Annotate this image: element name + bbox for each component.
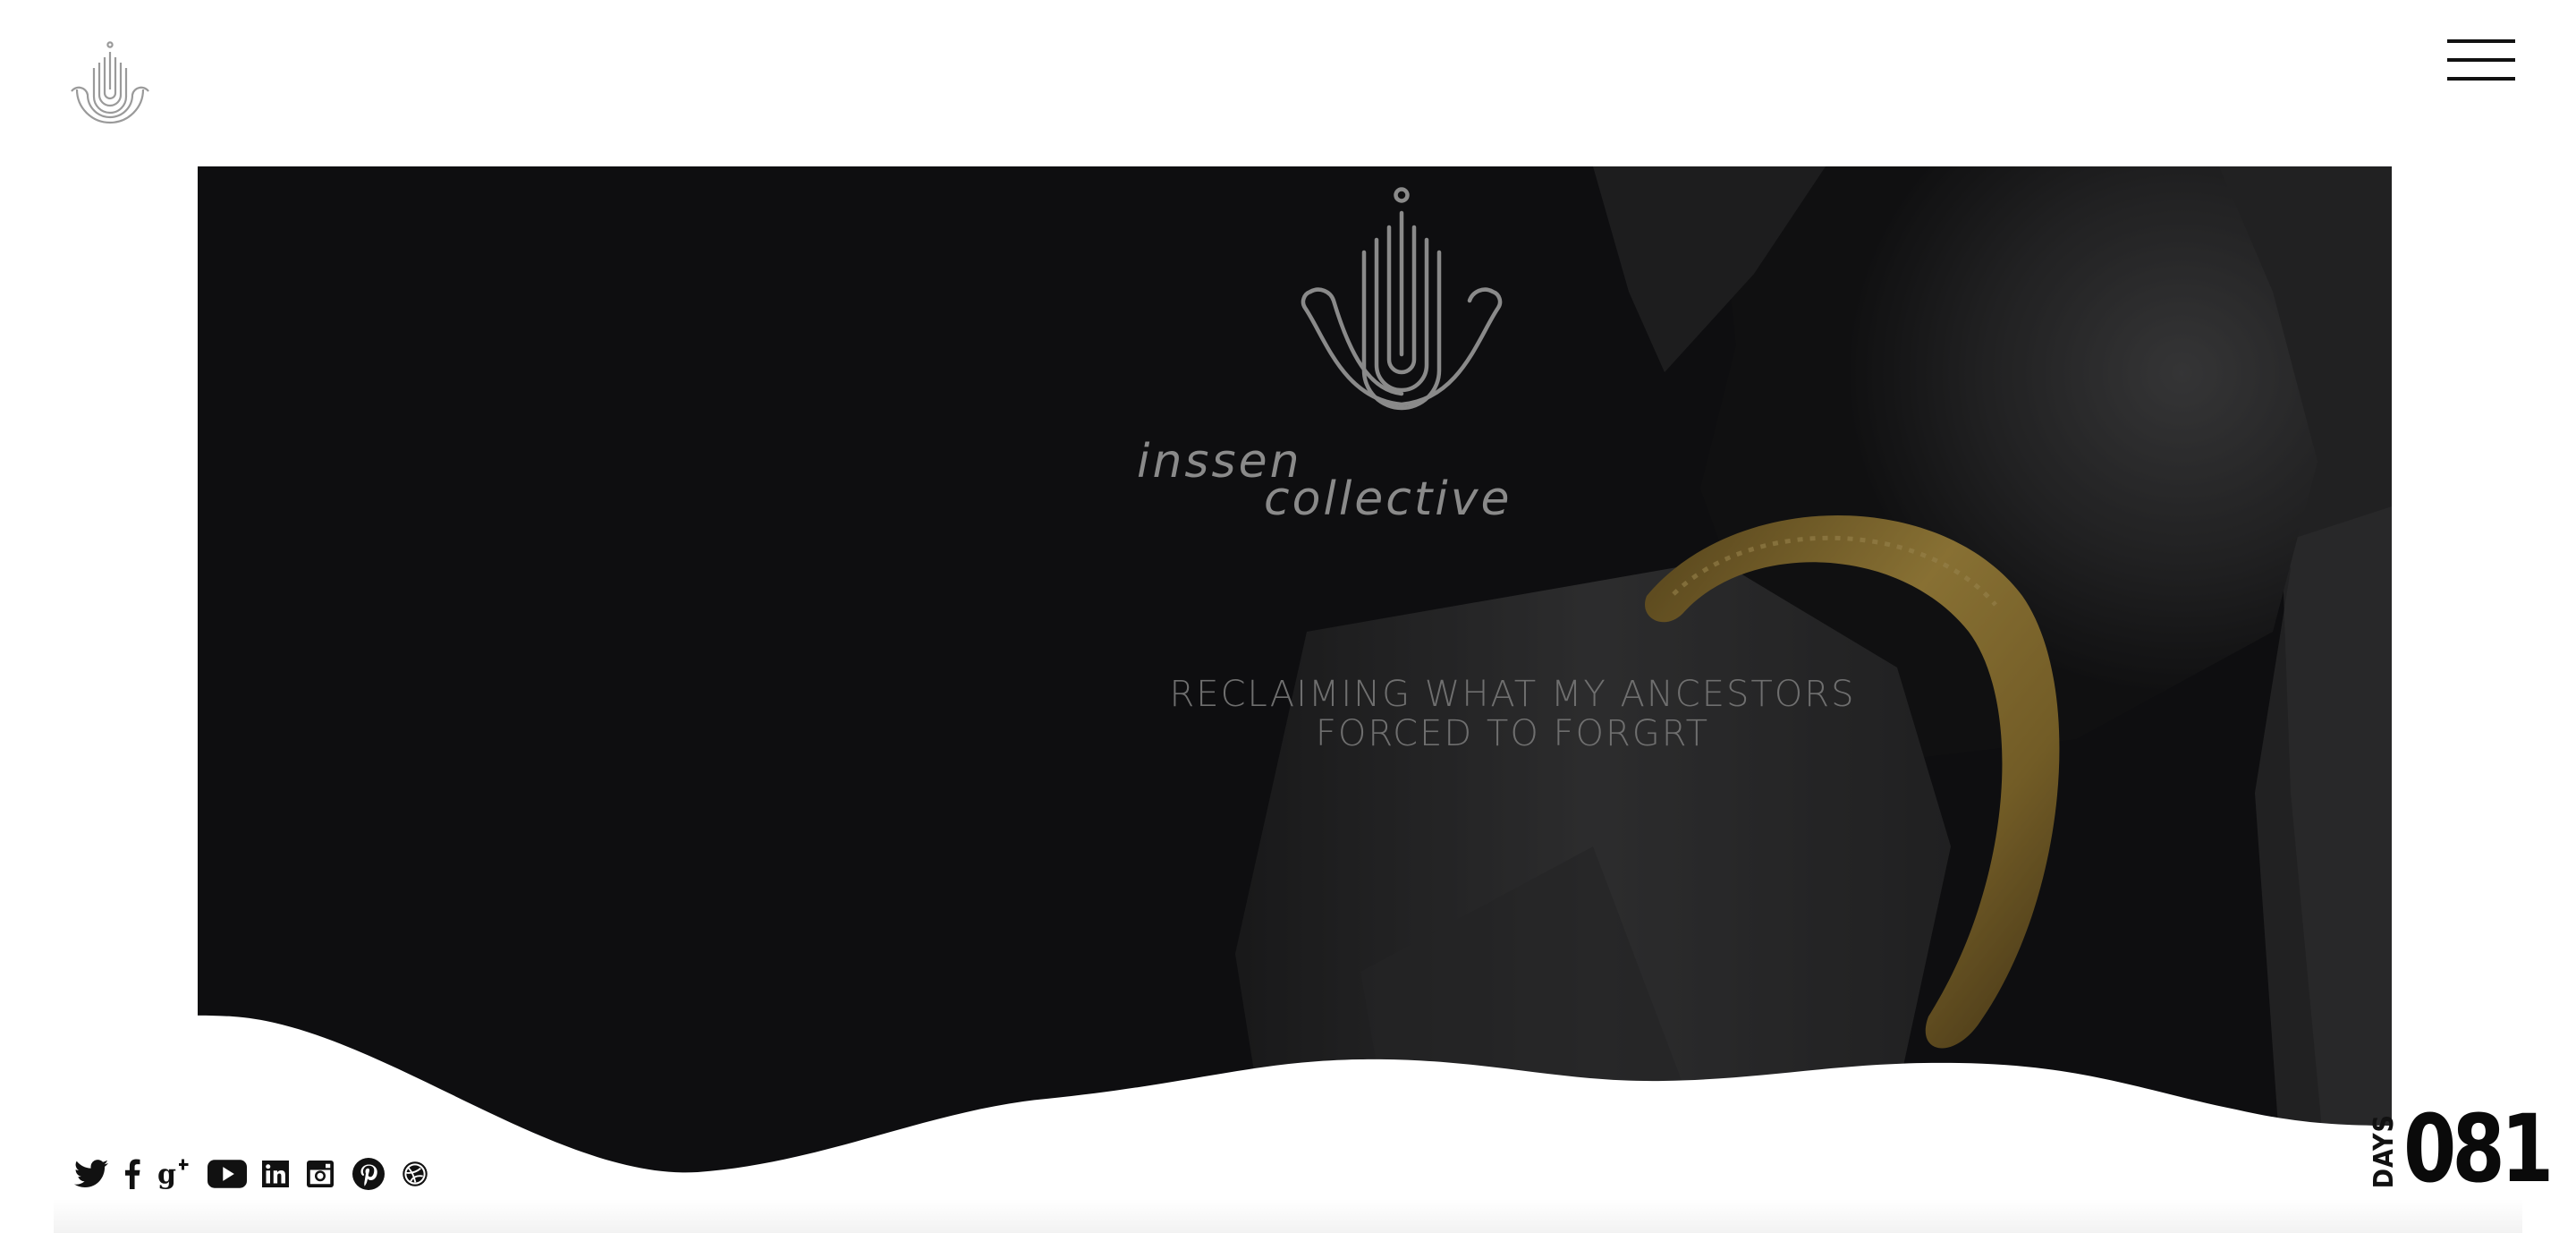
days-label: DAYS — [2368, 1113, 2400, 1188]
wave-divider — [0, 966, 2576, 1233]
instagram-link[interactable] — [306, 1156, 335, 1192]
days-value: 081 — [2403, 1094, 2554, 1203]
brand-wordmark: inssen collective — [1128, 435, 1521, 551]
menu-button[interactable] — [2447, 36, 2515, 88]
tagline-line-1: RECLAIMING WHAT MY ANCESTORS — [1169, 674, 1856, 715]
twitter-icon — [74, 1160, 108, 1188]
youtube-link[interactable] — [208, 1156, 247, 1192]
menu-line — [2447, 77, 2515, 81]
bottom-shadow — [54, 1199, 2522, 1233]
pinterest-link[interactable] — [352, 1156, 385, 1192]
linkedin-link[interactable] — [261, 1156, 290, 1192]
brand-logo-icon — [1301, 187, 1503, 411]
twitter-link[interactable] — [72, 1156, 111, 1192]
linkedin-icon — [262, 1161, 289, 1187]
social-links: g — [72, 1156, 429, 1192]
youtube-icon — [208, 1160, 247, 1188]
days-counter: DAYS 081 — [2368, 1097, 2576, 1195]
google-plus-link[interactable]: g — [157, 1156, 195, 1192]
brand-name-line2: collective — [1264, 472, 1513, 526]
facebook-icon — [125, 1159, 140, 1189]
dribbble-link[interactable] — [401, 1156, 429, 1192]
dribbble-icon — [402, 1161, 428, 1186]
svg-text:g: g — [157, 1160, 176, 1191]
menu-line — [2447, 39, 2515, 43]
hero-tagline: RECLAIMING WHAT MY ANCESTORS FORCED TO F… — [985, 675, 2040, 753]
instagram-icon — [307, 1161, 334, 1187]
menu-line — [2447, 58, 2515, 62]
google-plus-icon: g — [157, 1159, 189, 1191]
facebook-link[interactable] — [120, 1156, 145, 1192]
corner-logo-icon[interactable] — [68, 39, 152, 140]
pinterest-icon — [352, 1158, 385, 1190]
tagline-line-2: FORCED TO FORGRT — [1315, 713, 1710, 754]
